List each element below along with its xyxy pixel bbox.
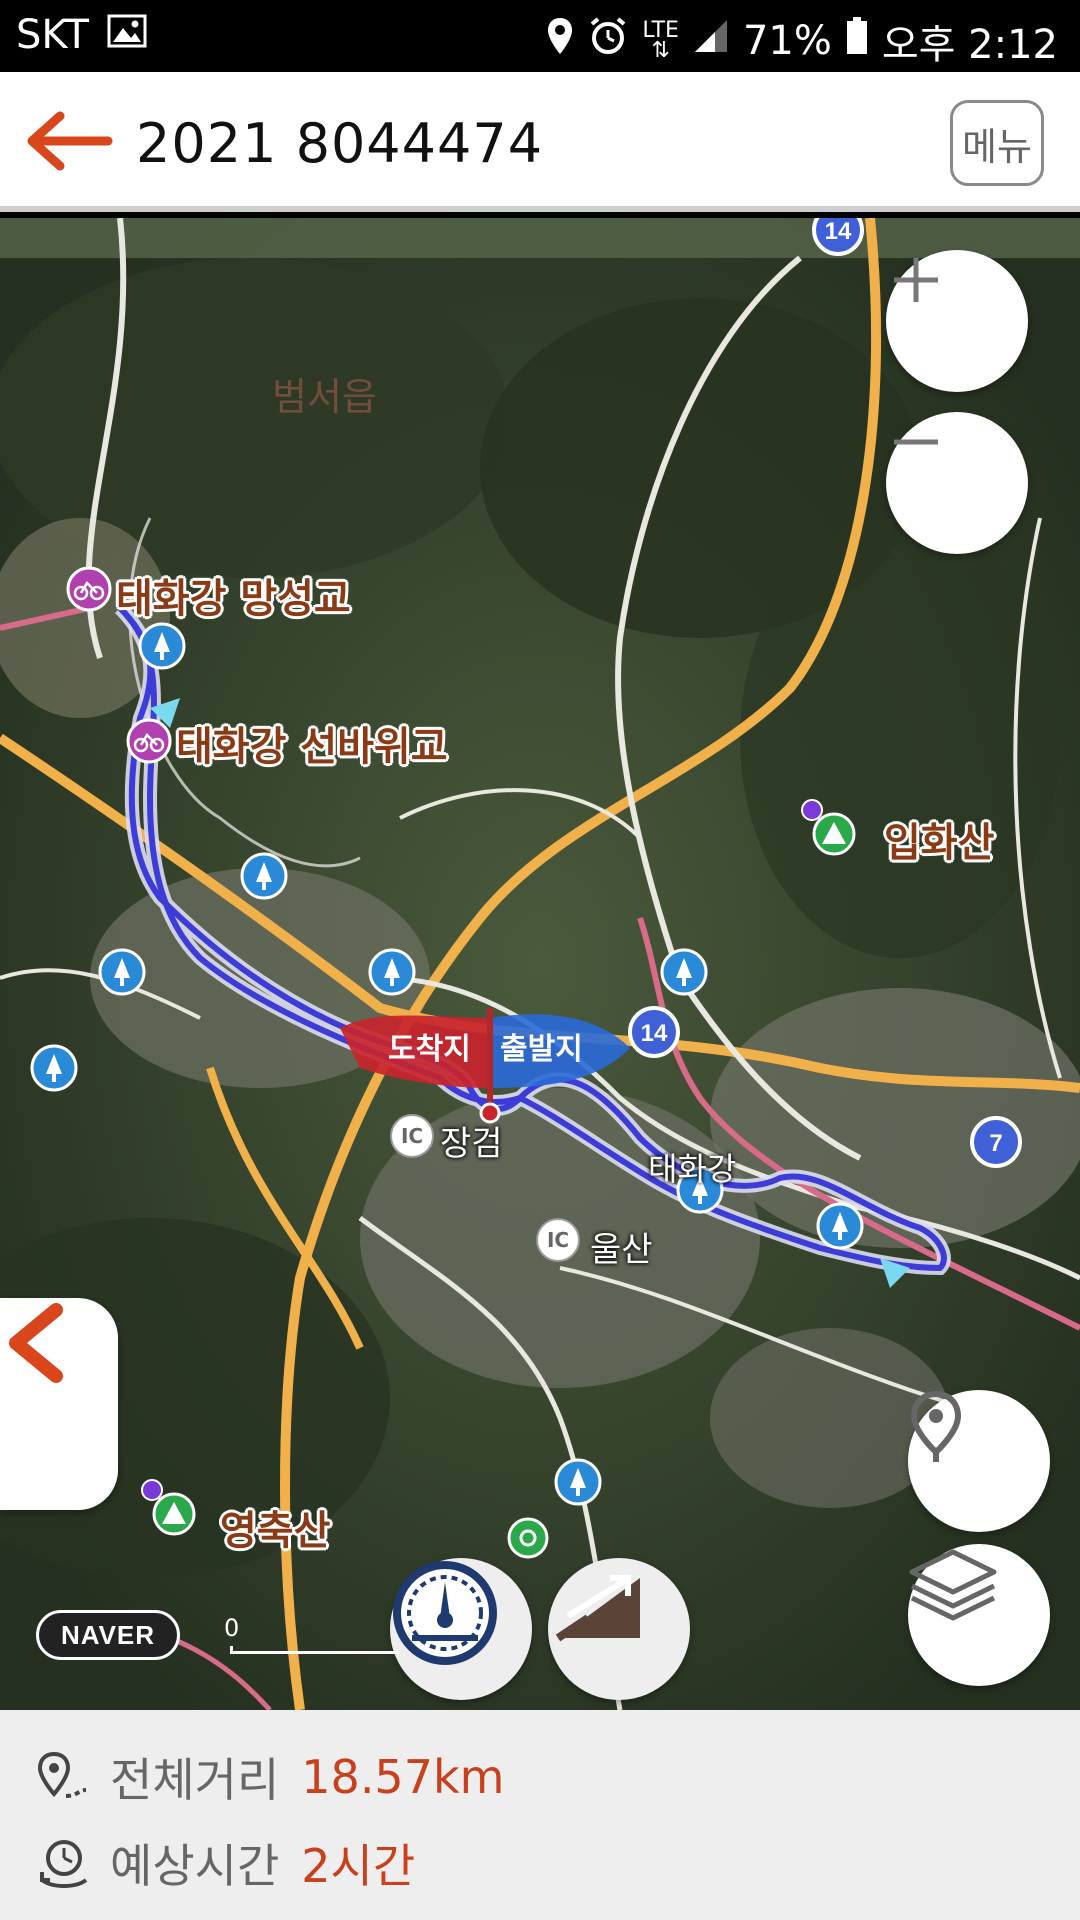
tree-poi-icon[interactable] xyxy=(98,948,146,996)
tree-poi-icon[interactable] xyxy=(30,1044,78,1092)
route-info-panel: 전체거리 18.57km 예상시간 2시간 xyxy=(0,1710,1080,1920)
lte-icon: LTE ⇅ xyxy=(642,18,679,63)
time-label: 예상시간 xyxy=(110,1839,280,1893)
speedometer-icon xyxy=(393,1561,497,1665)
signal-icon xyxy=(693,18,729,64)
tree-poi-icon[interactable] xyxy=(660,948,708,996)
tree-poi-icon[interactable] xyxy=(554,1458,602,1506)
map-pin-icon xyxy=(910,1390,962,1462)
alarm-icon xyxy=(588,16,628,66)
tree-poi-icon[interactable] xyxy=(368,948,416,996)
distance-pin-icon xyxy=(37,1751,87,1798)
carrier-label: SKT xyxy=(16,12,89,58)
place-label-jangeom: 장검 xyxy=(440,1124,503,1164)
layers-button[interactable] xyxy=(908,1544,1050,1686)
battery-icon xyxy=(846,17,868,65)
slope-icon xyxy=(555,1575,640,1642)
mountain-poi-icon[interactable] xyxy=(800,798,860,858)
scale-bar xyxy=(230,1646,400,1654)
back-button[interactable] xyxy=(24,106,114,176)
route-14-text-top: 14 xyxy=(825,218,852,245)
app-header: 2021 8044474 메뉴 xyxy=(0,72,1080,212)
tree-poi-icon[interactable] xyxy=(240,852,288,900)
network-label: LTE xyxy=(642,18,679,43)
distance-row: 전체거리 18.57km xyxy=(36,1744,504,1810)
speedometer-button[interactable] xyxy=(390,1558,532,1700)
my-location-button[interactable] xyxy=(908,1390,1050,1532)
naver-logo: NAVER xyxy=(36,1610,180,1660)
place-label-beomseo: 범서읍 xyxy=(272,375,377,419)
ic-badge: IC xyxy=(390,1114,434,1158)
place-label-yeongchuksan: 영축산 xyxy=(220,1508,331,1554)
map-view[interactable]: 14 14 7 범서읍 태화강 망성교 태화강 선바위교 입화산 영축산 장검 … xyxy=(0,218,1080,1710)
bike-poi-icon[interactable] xyxy=(126,718,172,764)
zoom-out-button[interactable] xyxy=(886,412,1028,554)
clock: 오후 2:12 xyxy=(881,22,1058,68)
location-icon xyxy=(546,16,574,66)
plus-icon xyxy=(894,258,938,302)
departure-flag-label: 출발지 xyxy=(500,1032,583,1067)
menu-button[interactable]: 메뉴 xyxy=(950,100,1044,186)
park-poi-icon[interactable] xyxy=(506,1516,550,1560)
zoom-in-button[interactable] xyxy=(886,250,1028,392)
route-7-text: 7 xyxy=(989,1130,1002,1157)
status-bar: SKT LTE ⇅ 71% 오후 2:12 xyxy=(0,0,1080,72)
page-title: 2021 8044474 xyxy=(136,112,544,175)
place-label-seonbawi: 태화강 선바위교 xyxy=(176,724,448,770)
minus-icon xyxy=(894,439,938,445)
layers-icon xyxy=(909,1549,997,1621)
back-arrow-icon xyxy=(27,111,113,171)
scale-label: 0 xyxy=(224,1614,240,1642)
bike-poi-icon[interactable] xyxy=(66,566,112,612)
ic-badge: IC xyxy=(536,1218,580,1262)
distance-label: 전체거리 xyxy=(110,1753,280,1807)
chevron-left-icon xyxy=(9,1303,63,1383)
arrival-flag-label: 도착지 xyxy=(388,1032,471,1067)
time-row: 예상시간 2시간 xyxy=(36,1830,415,1896)
route-14-text-mid: 14 xyxy=(641,1020,668,1047)
elevation-button[interactable] xyxy=(548,1558,690,1700)
place-label-iphwasan: 입화산 xyxy=(884,820,995,866)
place-label-taehwa: 태화강 xyxy=(648,1150,737,1188)
gallery-icon xyxy=(107,12,147,58)
mountain-poi-icon[interactable] xyxy=(140,1478,200,1538)
route-7-marker: 7 xyxy=(970,1116,1022,1168)
battery-percent: 71% xyxy=(742,18,832,64)
route-14-marker-top: 14 xyxy=(812,218,864,256)
place-label-manseong: 태화강 망성교 xyxy=(116,576,351,622)
side-panel-toggle[interactable] xyxy=(0,1298,118,1510)
time-clock-icon xyxy=(40,1840,88,1888)
place-label-ulsan: 울산 xyxy=(590,1230,653,1270)
route-14-marker-mid: 14 xyxy=(628,1006,680,1058)
tree-poi-icon[interactable] xyxy=(816,1202,864,1250)
tree-poi-icon[interactable] xyxy=(138,622,186,670)
distance-value: 18.57km xyxy=(301,1750,505,1804)
time-value: 2시간 xyxy=(301,1839,416,1893)
